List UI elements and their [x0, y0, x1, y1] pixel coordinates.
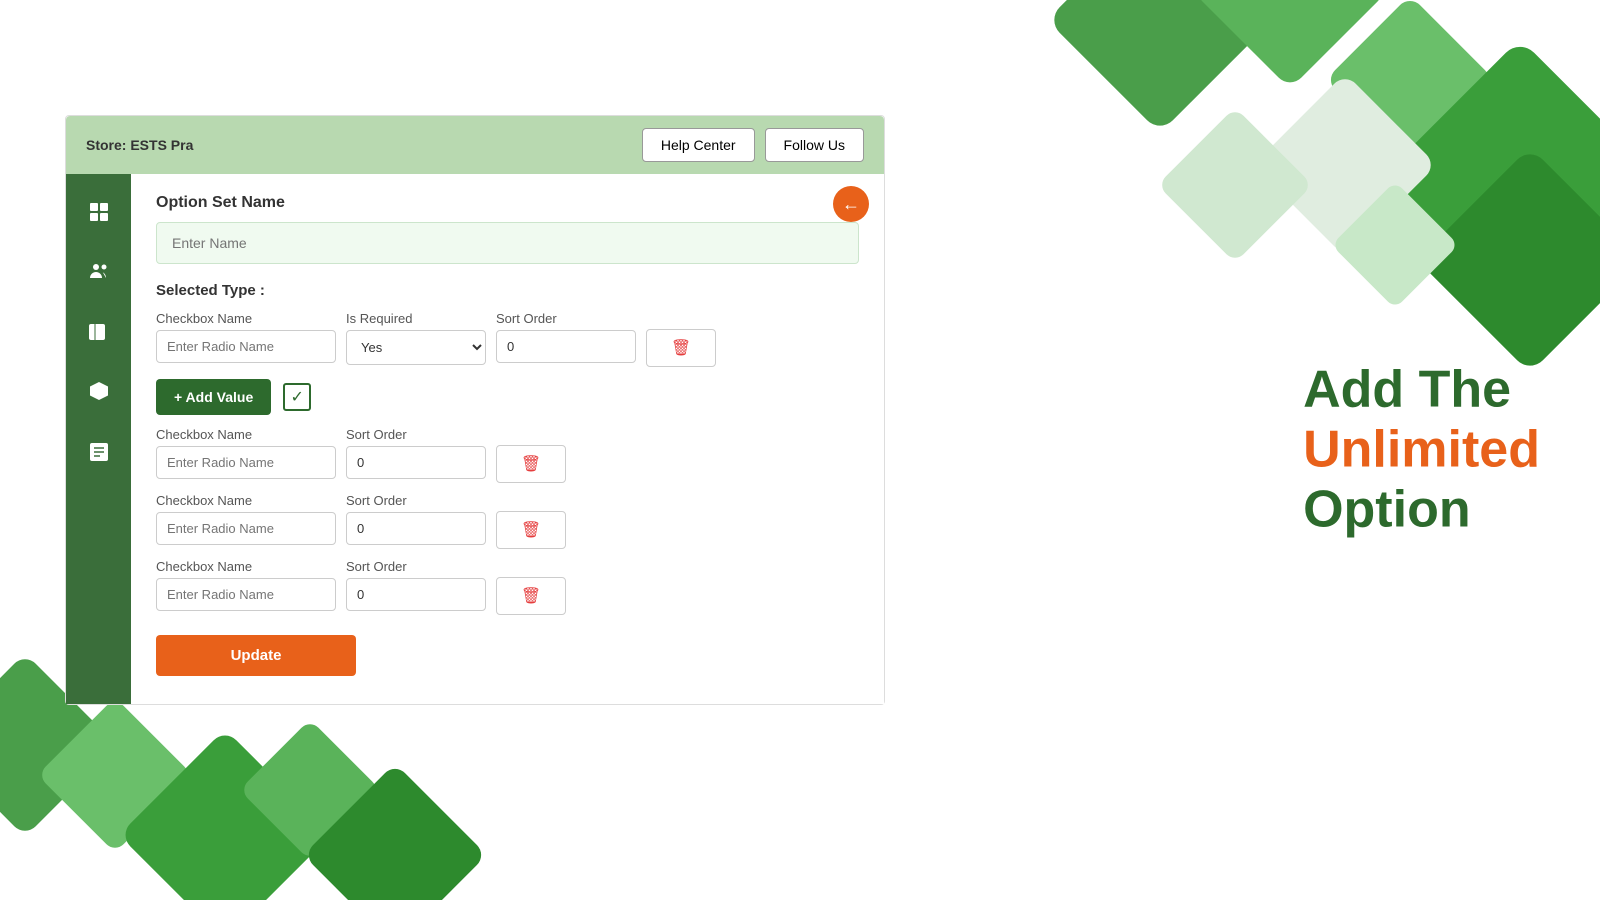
grid-icon — [87, 200, 111, 224]
store-label: Store: ESTS Pra — [86, 137, 193, 153]
sub-checkbox-name-group-3: Checkbox Name — [156, 559, 336, 611]
promo-line3: Option — [1303, 480, 1540, 540]
sub-checkbox-label-3: Checkbox Name — [156, 559, 336, 574]
sub-checkbox-name-group-2: Checkbox Name — [156, 493, 336, 545]
main-content: ← Option Set Name Selected Type : Checkb… — [131, 174, 884, 704]
sub-sort-input-3[interactable] — [346, 578, 486, 611]
sidebar-item-products[interactable] — [76, 369, 121, 414]
option-set-name-label: Option Set Name — [156, 194, 859, 212]
delete-button-4[interactable]: 🗑 — [496, 577, 566, 615]
promo-section: Add The Unlimited Option — [1303, 360, 1540, 539]
delete-button-1[interactable]: 🗑 — [646, 329, 716, 367]
header-bar: Store: ESTS Pra Help Center Follow Us — [66, 116, 884, 174]
sidebar — [66, 174, 131, 704]
sub-checkbox-name-group-1: Checkbox Name — [156, 427, 336, 479]
sub-checkbox-input-1[interactable] — [156, 446, 336, 479]
is-required-label: Is Required — [346, 311, 486, 326]
users-icon — [87, 260, 111, 284]
is-required-group: Is Required Yes No — [346, 311, 486, 365]
edit-icon — [87, 440, 111, 464]
back-arrow-icon: ← — [842, 194, 860, 215]
sort-order-input[interactable] — [496, 330, 636, 363]
option-set-name-input[interactable] — [156, 222, 859, 264]
promo-line1: Add The — [1303, 360, 1540, 420]
sub-sort-label-3: Sort Order — [346, 559, 486, 574]
sidebar-item-dashboard[interactable] — [76, 189, 121, 234]
add-value-button[interactable]: + Add Value — [156, 379, 271, 415]
trash-icon-4: 🗑 — [521, 586, 541, 606]
main-field-row: Checkbox Name Is Required Yes No Sort Or… — [156, 311, 859, 367]
sort-order-group: Sort Order — [496, 311, 636, 363]
store-label-text: Store: — [86, 137, 126, 153]
app-window: Store: ESTS Pra Help Center Follow Us — [65, 115, 885, 705]
update-button[interactable]: Update — [156, 635, 356, 676]
content-area: ← Option Set Name Selected Type : Checkb… — [66, 174, 884, 704]
sub-checkbox-label-1: Checkbox Name — [156, 427, 336, 442]
sub-sort-label-1: Sort Order — [346, 427, 486, 442]
book-icon — [87, 320, 111, 344]
promo-line2: Unlimited — [1303, 420, 1540, 480]
sub-sort-input-2[interactable] — [346, 512, 486, 545]
header-buttons: Help Center Follow Us — [642, 128, 864, 162]
sort-order-label: Sort Order — [496, 311, 636, 326]
sub-sort-input-1[interactable] — [346, 446, 486, 479]
store-name-text: ESTS Pra — [130, 137, 193, 153]
trash-icon-1: 🗑 — [671, 338, 691, 358]
delete-button-2[interactable]: 🗑 — [496, 445, 566, 483]
help-center-button[interactable]: Help Center — [642, 128, 755, 162]
sub-sort-label-2: Sort Order — [346, 493, 486, 508]
back-button[interactable]: ← — [833, 186, 869, 222]
sub-checkbox-input-3[interactable] — [156, 578, 336, 611]
sidebar-item-catalog[interactable] — [76, 309, 121, 354]
checkbox-name-input[interactable] — [156, 330, 336, 363]
sub-row-2: Checkbox Name Sort Order 🗑 — [156, 493, 859, 549]
add-value-row: + Add Value ✓ — [156, 379, 859, 415]
checkbox-name-label: Checkbox Name — [156, 311, 336, 326]
follow-us-button[interactable]: Follow Us — [765, 128, 864, 162]
sub-checkbox-label-2: Checkbox Name — [156, 493, 336, 508]
sub-row-3: Checkbox Name Sort Order 🗑 — [156, 559, 859, 615]
trash-icon-2: 🗑 — [521, 454, 541, 474]
sidebar-item-orders[interactable] — [76, 429, 121, 474]
delete-button-3[interactable]: 🗑 — [496, 511, 566, 549]
sub-sort-group-2: Sort Order — [346, 493, 486, 545]
sub-sort-group-1: Sort Order — [346, 427, 486, 479]
checkbox-name-group: Checkbox Name — [156, 311, 336, 363]
sub-sort-group-3: Sort Order — [346, 559, 486, 611]
is-required-select[interactable]: Yes No — [346, 330, 486, 365]
sidebar-item-users[interactable] — [76, 249, 121, 294]
sub-checkbox-input-2[interactable] — [156, 512, 336, 545]
trash-icon-3: 🗑 — [521, 520, 541, 540]
box-icon — [87, 380, 111, 404]
sub-row-1: Checkbox Name Sort Order 🗑 — [156, 427, 859, 483]
checkbox-check[interactable]: ✓ — [283, 383, 311, 411]
selected-type-label: Selected Type : — [156, 282, 859, 299]
